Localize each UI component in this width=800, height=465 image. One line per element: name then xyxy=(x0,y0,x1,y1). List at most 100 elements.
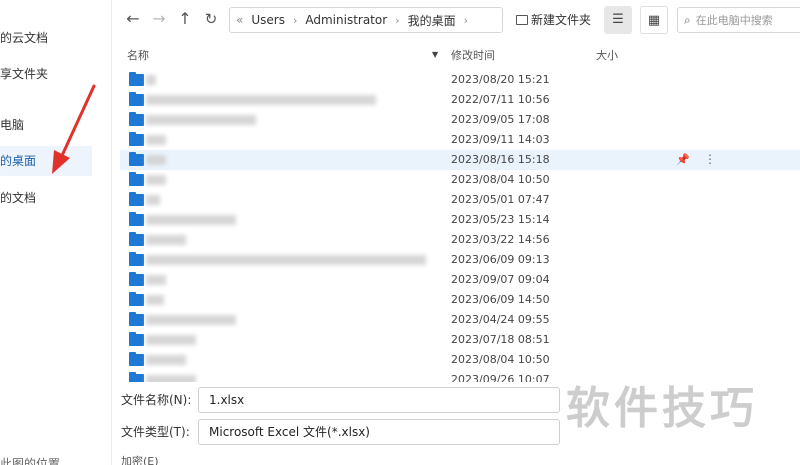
pin-icon[interactable]: 📌 xyxy=(676,153,690,166)
blurred-filename xyxy=(146,215,236,225)
new-folder-icon xyxy=(516,15,528,25)
blurred-filename xyxy=(146,115,256,125)
modified-date: 2023/06/09 09:13 xyxy=(451,253,550,266)
folder-icon xyxy=(129,232,144,246)
forward-arrow-icon[interactable]: → xyxy=(148,8,170,30)
double-chevron-left-icon[interactable]: « xyxy=(236,13,243,27)
table-row[interactable]: 2023/03/22 14:56 xyxy=(120,230,800,250)
folder-icon xyxy=(129,292,144,306)
blurred-filename xyxy=(146,155,166,165)
blurred-filename xyxy=(146,375,196,382)
table-row[interactable]: 2023/05/01 07:47 xyxy=(120,190,800,210)
new-folder-label: 新建文件夹 xyxy=(531,13,592,27)
list-view-icon: ☰ xyxy=(612,12,624,27)
folder-icon xyxy=(129,172,144,186)
modified-date: 2023/07/18 08:51 xyxy=(451,333,550,346)
column-header-modified[interactable]: 修改时间 xyxy=(451,47,495,63)
table-row[interactable]: 2023/08/04 10:50 xyxy=(120,170,800,190)
folder-icon xyxy=(129,72,144,86)
address-bar[interactable]: « Users › Administrator › 我的桌面 › xyxy=(229,7,503,33)
toolbar: ← → ↑ ↻ « Users › Administrator › 我的桌面 ›… xyxy=(112,0,800,40)
modified-date: 2023/08/20 15:21 xyxy=(451,73,550,86)
blurred-filename xyxy=(146,95,376,105)
modified-date: 2023/09/11 14:03 xyxy=(451,133,550,146)
list-view-button[interactable]: ☰ xyxy=(604,6,632,34)
modified-date: 2023/09/26 10:07 xyxy=(451,373,550,382)
folder-icon xyxy=(129,252,144,266)
filename-label: 文件名称(N): xyxy=(121,393,192,407)
blurred-filename xyxy=(146,75,156,85)
table-row[interactable]: 2023/08/04 10:50 xyxy=(120,350,800,370)
search-icon: ⌕ xyxy=(684,12,691,27)
blurred-filename xyxy=(146,175,166,185)
grid-view-button[interactable]: ▦ xyxy=(640,6,668,34)
modified-date: 2023/08/16 15:18 xyxy=(451,153,550,166)
folder-icon xyxy=(129,112,144,126)
folder-icon xyxy=(129,312,144,326)
folder-icon xyxy=(129,192,144,206)
blurred-filename xyxy=(146,315,236,325)
table-row[interactable]: 2023/09/05 17:08 xyxy=(120,110,800,130)
modified-date: 2023/08/04 10:50 xyxy=(451,353,550,366)
column-header-size[interactable]: 大小 xyxy=(596,47,618,63)
new-folder-button[interactable]: 新建文件夹 xyxy=(516,8,591,32)
folder-icon xyxy=(129,332,144,346)
modified-date: 2023/09/05 17:08 xyxy=(451,113,550,126)
breadcrumb-administrator[interactable]: Administrator xyxy=(305,13,387,27)
folder-icon xyxy=(129,272,144,286)
sidebar-item-cloud-docs[interactable]: 的云文档 xyxy=(0,23,92,53)
modified-date: 2023/04/24 09:55 xyxy=(451,313,550,326)
filetype-label: 文件类型(T): xyxy=(121,425,190,439)
table-row-selected[interactable]: 2023/08/16 15:18 📌 ⋮ xyxy=(120,150,800,170)
table-row[interactable]: 2023/09/07 09:04 xyxy=(120,270,800,290)
table-row[interactable]: 2023/06/09 14:50 xyxy=(120,290,800,310)
back-arrow-icon[interactable]: ← xyxy=(122,8,144,30)
up-arrow-icon[interactable]: ↑ xyxy=(174,8,196,30)
blurred-filename xyxy=(146,235,186,245)
chevron-right-icon: › xyxy=(395,13,400,27)
table-row[interactable]: 2023/09/11 14:03 xyxy=(120,130,800,150)
encrypt-option[interactable]: 加密(E) xyxy=(121,453,159,465)
table-row[interactable]: 2023/05/23 15:14 xyxy=(120,210,800,230)
table-row[interactable]: 2023/07/18 08:51 xyxy=(120,330,800,350)
blurred-filename xyxy=(146,255,426,265)
blurred-filename xyxy=(146,135,166,145)
folder-icon xyxy=(129,212,144,226)
blurred-filename xyxy=(146,295,164,305)
blurred-filename xyxy=(146,275,166,285)
more-options-icon[interactable]: ⋮ xyxy=(704,152,716,166)
sort-descending-icon[interactable]: ▼ xyxy=(432,50,438,59)
annotation-arrow-icon xyxy=(52,84,96,174)
filetype-select[interactable]: Microsoft Excel 文件(*.xlsx) xyxy=(198,419,560,445)
modified-date: 2022/07/11 10:56 xyxy=(451,93,550,106)
modified-date: 2023/05/01 07:47 xyxy=(451,193,550,206)
sidebar-item-location[interactable]: 此图的位置 xyxy=(0,449,92,465)
search-box[interactable]: ⌕ xyxy=(677,7,800,33)
navigation-sidebar: 的云文档 享文件夹 电脑 的桌面 的文档 此图的位置 xyxy=(0,0,112,465)
modified-date: 2023/05/23 15:14 xyxy=(451,213,550,226)
search-input[interactable] xyxy=(695,13,796,27)
modified-date: 2023/03/22 14:56 xyxy=(451,233,550,246)
table-row[interactable]: 2023/08/20 15:21 xyxy=(120,70,800,90)
breadcrumb-my-desktop[interactable]: 我的桌面 xyxy=(408,12,456,29)
folder-icon xyxy=(129,372,144,382)
folder-icon xyxy=(129,132,144,146)
chevron-right-icon: › xyxy=(463,13,468,27)
folder-icon xyxy=(129,92,144,106)
table-row[interactable]: 2022/07/11 10:56 xyxy=(120,90,800,110)
table-row[interactable]: 2023/04/24 09:55 xyxy=(120,310,800,330)
blurred-filename xyxy=(146,195,160,205)
watermark: 软件技巧 xyxy=(566,383,758,434)
blurred-filename xyxy=(146,335,196,345)
file-list: 2023/08/20 15:21 2022/07/11 10:56 2023/0… xyxy=(112,70,800,382)
refresh-icon[interactable]: ↻ xyxy=(200,8,222,30)
breadcrumb-users[interactable]: Users xyxy=(251,13,285,27)
filename-input[interactable]: 1.xlsx xyxy=(198,387,560,413)
sidebar-item-my-documents[interactable]: 的文档 xyxy=(0,183,92,213)
folder-icon xyxy=(129,152,144,166)
modified-date: 2023/09/07 09:04 xyxy=(451,273,550,286)
blurred-filename xyxy=(146,355,186,365)
table-row[interactable]: 2023/06/09 09:13 xyxy=(120,250,800,270)
column-header-name[interactable]: 名称 xyxy=(127,47,149,63)
chevron-right-icon: › xyxy=(292,13,298,27)
